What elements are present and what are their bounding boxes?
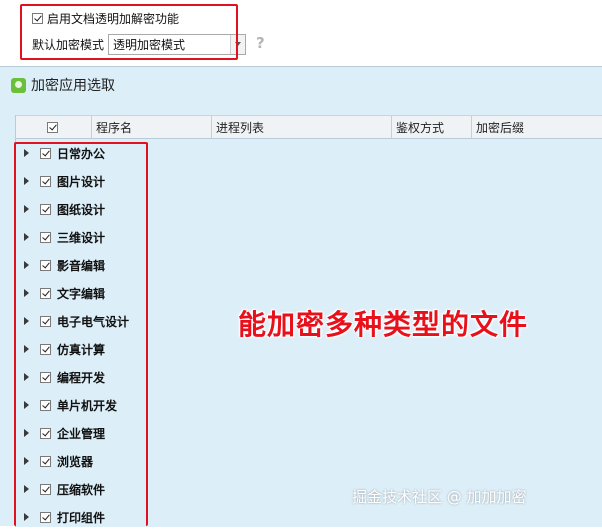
overlay-caption: 能加密多种类型的文件: [238, 308, 529, 341]
settings-highlight-box: [20, 4, 238, 60]
grid-header: 程序名 进程列表 鉴权方式 加密后缀: [16, 115, 602, 139]
column-header-program-name[interactable]: 程序名: [92, 116, 212, 138]
app-logo-icon: [11, 77, 26, 93]
column-header-auth-method[interactable]: 鉴权方式: [392, 116, 472, 138]
help-icon[interactable]: ?: [256, 34, 265, 52]
dialog-title-bar: 加密应用选取: [0, 67, 602, 103]
header-select-all-cell[interactable]: [16, 116, 92, 138]
category-list-highlight-box: [14, 142, 148, 526]
select-all-checkbox[interactable]: [47, 121, 58, 133]
dialog-title: 加密应用选取: [31, 78, 115, 94]
watermark: 掘金技术社区 @ 加加加密: [352, 488, 527, 506]
column-header-process-list[interactable]: 进程列表: [212, 116, 392, 138]
column-header-encrypted-suffix[interactable]: 加密后缀: [472, 116, 602, 138]
